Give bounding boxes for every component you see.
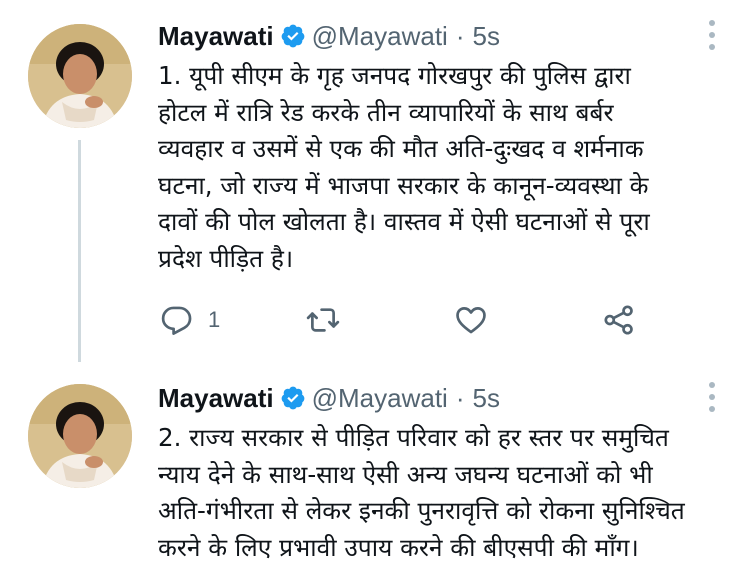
avatar-image: [28, 384, 132, 488]
more-options-icon[interactable]: [706, 382, 718, 412]
tweet-text-line: दावों की पोल खोलता है। वास्तव में ऐसी घट…: [158, 207, 650, 236]
separator-dot: ·: [455, 20, 465, 51]
tweet-text-line: 1. यूपी सीएम के गृह जनपद गोरखपुर की पुलि…: [158, 61, 631, 90]
author-handle[interactable]: @Mayawati: [312, 383, 448, 414]
avatar[interactable]: [28, 24, 132, 128]
reply-count: 1: [208, 307, 221, 332]
retweet-button[interactable]: [304, 300, 342, 340]
thread-connector-line: [78, 140, 81, 362]
tweet-text-line: व्यवहार व उसमें से एक की मौत अति-दुःखद व…: [158, 134, 644, 163]
tweet-text-line: न्याय देने के साथ-साथ ऐसी अन्य जघन्य घटन…: [158, 459, 653, 489]
tweet-actions: 1: [158, 300, 678, 340]
verified-badge-icon: [280, 23, 306, 49]
reply-icon: [161, 306, 192, 335]
tweet-text-line: करने के लिए प्रभावी उपाय करने की बीएसपी …: [158, 532, 639, 562]
tweet-text-line: अति-गंभीरता से लेकर इनकी पुनरावृत्ति को …: [158, 496, 685, 525]
tweet-header: Mayawati @Mayawati · 5s: [158, 378, 500, 418]
author-name[interactable]: Mayawati: [158, 21, 274, 52]
tweet-1[interactable]: Mayawati @Mayawati · 5s 1. यूपी सीएम के …: [0, 0, 750, 370]
share-icon: [604, 305, 633, 335]
like-icon: [456, 307, 486, 334]
author-name[interactable]: Mayawati: [158, 383, 274, 414]
tweet-text-line: घटना, जो राज्य में भाजपा सरकार के कानून-…: [158, 170, 649, 200]
separator-dot: ·: [455, 382, 465, 413]
timestamp[interactable]: 5s: [473, 21, 500, 52]
like-button[interactable]: [454, 300, 488, 340]
tweet-text: 1. यूपी सीएम के गृह जनपद गोरखपुर की पुलि…: [158, 58, 728, 277]
timestamp[interactable]: 5s: [473, 383, 500, 414]
tweet-text-line: प्रदेश पीड़ित है।: [158, 243, 294, 273]
avatar[interactable]: [28, 384, 132, 488]
reply-button[interactable]: 1: [160, 300, 220, 340]
author-handle[interactable]: @Mayawati: [312, 21, 448, 52]
more-options-icon[interactable]: [706, 20, 718, 50]
tweet-2[interactable]: Mayawati @Mayawati · 5s 2. राज्य सरकार स…: [0, 364, 750, 577]
retweet-icon: [306, 308, 340, 332]
avatar-image: [28, 24, 132, 128]
tweet-text: 2. राज्य सरकार से पीड़ित परिवार को हर स्…: [158, 420, 728, 566]
tweet-header: Mayawati @Mayawati · 5s: [158, 16, 500, 56]
share-button[interactable]: [602, 300, 636, 340]
tweet-text-line: 2. राज्य सरकार से पीड़ित परिवार को हर स्…: [158, 423, 669, 452]
tweet-text-line: होटल में रात्रि रेड करके तीन व्यापारियों…: [158, 97, 614, 127]
verified-badge-icon: [280, 385, 306, 411]
